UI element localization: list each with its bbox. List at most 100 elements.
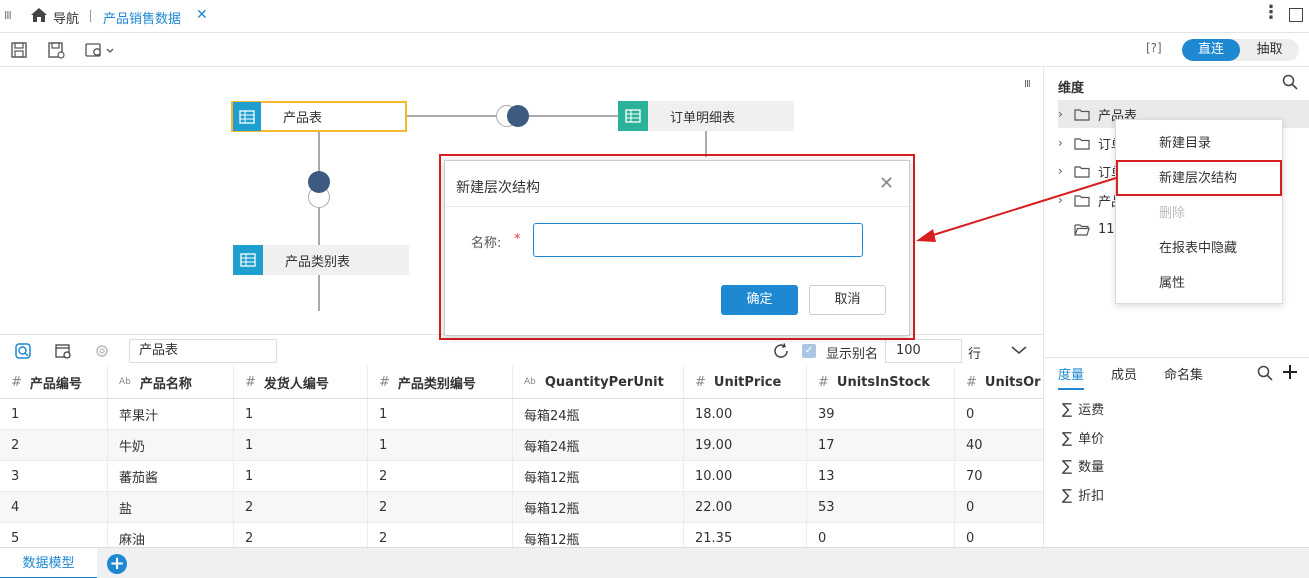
- column-header[interactable]: # UnitsInStock: [807, 366, 955, 398]
- menu-properties[interactable]: 属性: [1116, 268, 1282, 300]
- nav-label[interactable]: 导航: [53, 8, 79, 27]
- tab-measures[interactable]: 度量: [1058, 364, 1085, 390]
- column-header[interactable]: # 发货人编号: [234, 366, 368, 398]
- measure-item[interactable]: ∑ 数量: [1062, 456, 1104, 475]
- table-cell: 53: [807, 492, 955, 522]
- column-header-label: 发货人编号: [263, 376, 329, 392]
- column-header[interactable]: Ab 产品名称: [108, 366, 234, 398]
- chevron-right-icon[interactable]: ›: [1058, 136, 1074, 150]
- tab-product-sales[interactable]: 产品销售数据: [103, 8, 181, 27]
- search-icon[interactable]: [1282, 74, 1298, 94]
- add-icon[interactable]: [1282, 364, 1298, 384]
- show-alias-checkbox[interactable]: ✓: [802, 344, 816, 358]
- measure-item[interactable]: ∑ 单价: [1062, 428, 1104, 447]
- table-node-product[interactable]: 产品表: [231, 101, 407, 132]
- table-cell: 13: [807, 461, 955, 491]
- table-cell: 0: [966, 530, 975, 546]
- close-icon[interactable]: ✕: [196, 7, 208, 23]
- table-cell: 2: [234, 492, 368, 522]
- measure-item[interactable]: ∑ 运费: [1062, 399, 1104, 418]
- panel-grip-icon[interactable]: III: [1024, 79, 1031, 90]
- preview-icon[interactable]: [14, 342, 32, 364]
- chevron-right-icon[interactable]: ›: [1058, 193, 1074, 207]
- hierarchy-name-input[interactable]: [533, 223, 863, 257]
- table-name-field[interactable]: 产品表: [129, 339, 277, 363]
- table-row[interactable]: 5 麻油 2 2 每箱12瓶 21.35 0 0: [0, 523, 1043, 547]
- table-cell: 麻油: [108, 523, 234, 547]
- row-unit-label: 行: [968, 347, 982, 362]
- connection-mode-toggle[interactable]: 直连 抽取: [1182, 39, 1299, 61]
- settings-dropdown-icon[interactable]: [85, 41, 115, 59]
- chevron-right-icon[interactable]: ›: [1058, 164, 1074, 178]
- column-header-label: 产品名称: [139, 376, 192, 392]
- tab-data-model[interactable]: 数据模型: [0, 548, 97, 578]
- table-cell: 39: [807, 399, 955, 429]
- table-cell: 70: [966, 468, 983, 484]
- table-row[interactable]: 2 牛奶 1 1 每箱24瓶 19.00 17 40: [0, 430, 1043, 461]
- row-count-input[interactable]: 100: [885, 339, 962, 363]
- table-row[interactable]: 3 蕃茄酱 1 2 每箱12瓶 10.00 13 70: [0, 461, 1043, 492]
- table-cell: 0: [966, 499, 975, 515]
- ok-button[interactable]: 确定: [721, 285, 798, 315]
- table-cell: 1: [368, 399, 513, 429]
- column-header[interactable]: # 产品类别编号: [368, 366, 513, 398]
- save-as-icon[interactable]: [47, 41, 65, 59]
- join-right-marker[interactable]: [507, 105, 529, 127]
- measure-label: 运费: [1078, 403, 1105, 418]
- chevron-down-icon[interactable]: [1010, 341, 1028, 363]
- table-row[interactable]: 4 盐 2 2 每箱12瓶 22.00 53 0: [0, 492, 1043, 523]
- column-header[interactable]: # UnitPrice: [684, 366, 807, 398]
- table-node-label: 订单明细表: [670, 110, 736, 126]
- close-icon[interactable]: ✕: [879, 173, 894, 194]
- table-settings-icon[interactable]: [54, 342, 72, 364]
- show-alias-label: 显示别名: [826, 347, 879, 362]
- column-header[interactable]: # 产品编号: [0, 366, 108, 398]
- menu-new-folder[interactable]: 新建目录: [1116, 128, 1282, 160]
- add-tab-button[interactable]: +: [107, 554, 127, 574]
- chevron-right-icon[interactable]: ›: [1058, 107, 1074, 121]
- dialog-divider: [445, 206, 909, 207]
- table-cell: 每箱12瓶: [513, 523, 684, 547]
- more-vertical-icon[interactable]: ⋮: [1262, 3, 1280, 23]
- measure-tabs: 度量 成员 命名集: [1044, 357, 1309, 390]
- home-icon[interactable]: [30, 7, 48, 27]
- number-type-icon: #: [966, 374, 977, 390]
- table-cell: 1: [0, 399, 108, 429]
- menu-hide-in-report[interactable]: 在报表中隐藏: [1116, 233, 1282, 265]
- help-button[interactable]: [?]: [1146, 41, 1162, 55]
- text-type-icon: Ab: [524, 377, 536, 387]
- number-type-icon: #: [818, 374, 829, 390]
- table-cell: 牛奶: [108, 430, 234, 460]
- column-header[interactable]: Ab QuantityPerUnit: [513, 366, 684, 398]
- mode-extract-button[interactable]: 抽取: [1240, 39, 1299, 61]
- tab-members[interactable]: 成员: [1111, 364, 1137, 383]
- table-cell: 蕃茄酱: [108, 461, 234, 491]
- grid-header-row: # 产品编号 Ab 产品名称 # 发货人编号 # 产品类别编号 Ab QuantityPe…: [0, 366, 1043, 399]
- join-top-marker[interactable]: [308, 171, 330, 193]
- table-cell: 5: [0, 523, 108, 547]
- table-cell: 3: [0, 461, 108, 491]
- table-cell: 4: [0, 492, 108, 522]
- cancel-button[interactable]: 取消: [809, 285, 886, 315]
- number-type-icon: #: [11, 374, 22, 390]
- mode-direct-button[interactable]: 直连: [1182, 39, 1240, 61]
- grip-icon[interactable]: III: [4, 9, 12, 22]
- tab-named-sets[interactable]: 命名集: [1164, 364, 1203, 383]
- table-row[interactable]: 1 苹果汁 1 1 每箱24瓶 18.00 39 0: [0, 399, 1043, 430]
- table-node-order-detail[interactable]: 订单明细表: [618, 101, 794, 131]
- context-menu: 新建目录 新建层次结构 删除 在报表中隐藏 属性: [1115, 119, 1283, 304]
- table-node-category[interactable]: 产品类别表: [233, 245, 409, 275]
- table-cell: 每箱24瓶: [513, 430, 684, 460]
- table-cell: 1: [234, 399, 368, 429]
- table-cell: 每箱24瓶: [513, 399, 684, 429]
- search-icon[interactable]: [1257, 365, 1273, 385]
- maximize-icon[interactable]: [1289, 8, 1303, 22]
- save-icon[interactable]: [10, 41, 28, 59]
- menu-delete[interactable]: 删除: [1116, 198, 1282, 230]
- table-cell: 1: [368, 430, 513, 460]
- column-header[interactable]: # UnitsOr: [955, 366, 1043, 398]
- gear-icon[interactable]: [93, 342, 111, 364]
- refresh-icon[interactable]: [772, 342, 790, 364]
- folder-icon: [1074, 137, 1094, 150]
- measure-item[interactable]: ∑ 折扣: [1062, 485, 1104, 504]
